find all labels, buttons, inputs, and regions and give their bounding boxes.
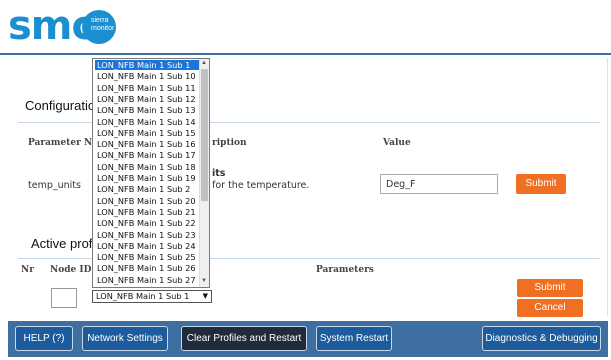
system-restart-button[interactable]: System Restart (316, 326, 392, 351)
dropdown-option[interactable]: LON_NFB Main 1 Sub 21 (95, 207, 199, 217)
dropdown-option[interactable]: LON_NFB Main 1 Sub 12 (95, 94, 199, 104)
col-parameters: Parameters (316, 265, 374, 275)
configuration-title: Configuratio (25, 98, 96, 113)
bottom-toolbar: HELP (?) Network Settings Clear Profiles… (8, 321, 608, 357)
header-divider (0, 53, 611, 55)
dropdown-option[interactable]: LON_NFB Main 1 Sub 2 (95, 184, 199, 194)
dropdown-option[interactable]: LON_NFB Main 1 Sub 15 (95, 128, 199, 138)
config-submit-button[interactable]: Submit (516, 174, 566, 194)
col-value: Value (383, 138, 411, 148)
clear-profiles-restart-button[interactable]: Clear Profiles and Restart (181, 326, 307, 351)
dropdown-option[interactable]: LON_NFB Main 1 Sub 13 (95, 105, 199, 115)
dropdown-option[interactable]: LON_NFB Main 1 Sub 25 (95, 252, 199, 262)
dropdown-option[interactable]: LON_NFB Main 1 Sub 24 (95, 241, 199, 251)
node-id-input[interactable] (51, 288, 77, 308)
dropdown-option[interactable]: LON_NFB Main 1 Sub 20 (95, 196, 199, 206)
sierra-monitor-logo-text: sierra monitor (91, 17, 115, 32)
col-node-id: Node ID (50, 265, 92, 275)
network-settings-button[interactable]: Network Settings (82, 326, 168, 351)
scroll-up-icon[interactable]: ▲ (201, 60, 207, 66)
dropdown-option[interactable]: LON_NFB Main 1 Sub 11 (95, 83, 199, 93)
profile-dropdown-list[interactable]: LON_NFB Main 1 Sub 1 LON_NFB Main 1 Sub 1… (92, 58, 210, 288)
diagnostics-button[interactable]: Diagnostics & Debugging (482, 326, 601, 351)
scroll-down-icon[interactable]: ▼ (201, 278, 207, 284)
dropdown-option[interactable]: LON_NFB Main 1 Sub 14 (95, 117, 199, 127)
profile-select-value: LON_NFB Main 1 Sub 1 (96, 291, 190, 301)
dropdown-option[interactable]: LON_NFB Main 1 Sub 22 (95, 218, 199, 228)
app-header: smc sierra monitor (0, 0, 611, 52)
profile-submit-button[interactable]: Submit (517, 279, 583, 297)
param-name: temp_units (28, 180, 81, 191)
scrollbar-thumb[interactable] (201, 69, 208, 201)
col-nr: Nr (21, 265, 34, 275)
param-desc-title: its (212, 168, 226, 179)
param-desc-text: for the temperature. (212, 180, 310, 191)
dropdown-option[interactable]: LON_NFB Main 1 Sub 17 (95, 150, 199, 160)
active-profiles-title: Active profil (31, 236, 99, 251)
dropdown-option[interactable]: LON_NFB Main 1 Sub 23 (95, 230, 199, 240)
dropdown-option[interactable]: LON_NFB Main 1 Sub 16 (95, 139, 199, 149)
dropdown-arrow-icon: ▼ (202, 292, 208, 300)
dropdown-scrollbar[interactable]: ▲ ▼ (199, 59, 209, 287)
dropdown-option[interactable]: LON_NFB Main 1 Sub 10 (95, 71, 199, 81)
value-input[interactable] (380, 174, 498, 194)
help-button[interactable]: HELP (?) (15, 326, 73, 351)
dropdown-option[interactable]: LON_NFB Main 1 Sub 1 (95, 60, 199, 71)
col-parameter-name: Parameter Na (28, 138, 98, 148)
profile-cancel-button[interactable]: Cancel (517, 299, 583, 317)
dropdown-option[interactable]: LON_NFB Main 1 Sub 19 (95, 173, 199, 183)
col-description: ription (212, 138, 247, 148)
dropdown-option[interactable]: LON_NFB Main 1 Sub 27 (95, 275, 199, 285)
dropdown-option[interactable]: LON_NFB Main 1 Sub 26 (95, 263, 199, 273)
profile-select[interactable]: LON_NFB Main 1 Sub 1 ▼ (92, 290, 212, 303)
dropdown-option[interactable]: LON_NFB Main 1 Sub 18 (95, 162, 199, 172)
